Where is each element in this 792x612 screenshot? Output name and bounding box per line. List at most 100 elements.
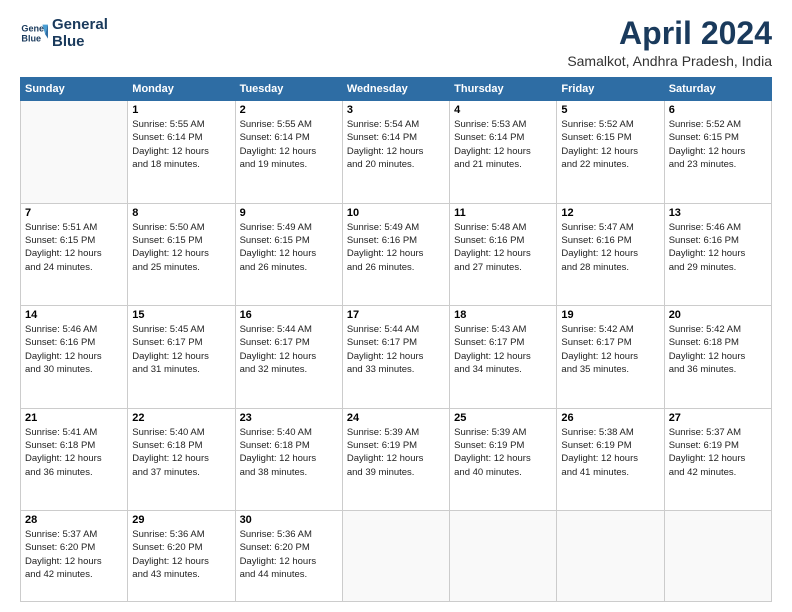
calendar-cell: 27 Sunrise: 5:37 AMSunset: 6:19 PMDayligh… xyxy=(664,408,771,510)
day-number: 2 xyxy=(240,104,338,116)
day-info: Sunrise: 5:55 AMSunset: 6:14 PMDaylight:… xyxy=(132,118,230,171)
day-info: Sunrise: 5:49 AMSunset: 6:15 PMDaylight:… xyxy=(240,221,338,274)
calendar-header: SundayMondayTuesdayWednesdayThursdayFrid… xyxy=(21,78,772,101)
calendar: SundayMondayTuesdayWednesdayThursdayFrid… xyxy=(20,77,772,602)
day-info: Sunrise: 5:44 AMSunset: 6:17 PMDaylight:… xyxy=(240,323,338,376)
location: Samalkot, Andhra Pradesh, India xyxy=(567,53,772,69)
calendar-cell: 23 Sunrise: 5:40 AMSunset: 6:18 PMDayligh… xyxy=(235,408,342,510)
calendar-cell: 18 Sunrise: 5:43 AMSunset: 6:17 PMDayligh… xyxy=(450,306,557,408)
day-number: 1 xyxy=(132,104,230,116)
day-info: Sunrise: 5:42 AMSunset: 6:18 PMDaylight:… xyxy=(669,323,767,376)
day-number: 4 xyxy=(454,104,552,116)
weekday-header-monday: Monday xyxy=(128,78,235,101)
calendar-cell: 1 Sunrise: 5:55 AMSunset: 6:14 PMDaylight… xyxy=(128,101,235,203)
day-number: 21 xyxy=(25,412,123,424)
day-info: Sunrise: 5:37 AMSunset: 6:19 PMDaylight:… xyxy=(669,426,767,479)
day-info: Sunrise: 5:43 AMSunset: 6:17 PMDaylight:… xyxy=(454,323,552,376)
weekday-header-friday: Friday xyxy=(557,78,664,101)
month-title: April 2024 xyxy=(567,16,772,51)
calendar-cell: 16 Sunrise: 5:44 AMSunset: 6:17 PMDayligh… xyxy=(235,306,342,408)
calendar-cell: 22 Sunrise: 5:40 AMSunset: 6:18 PMDayligh… xyxy=(128,408,235,510)
calendar-cell: 9 Sunrise: 5:49 AMSunset: 6:15 PMDaylight… xyxy=(235,203,342,305)
day-number: 23 xyxy=(240,412,338,424)
calendar-cell xyxy=(21,101,128,203)
day-number: 29 xyxy=(132,514,230,526)
day-info: Sunrise: 5:55 AMSunset: 6:14 PMDaylight:… xyxy=(240,118,338,171)
calendar-cell xyxy=(450,511,557,602)
title-block: April 2024 Samalkot, Andhra Pradesh, Ind… xyxy=(567,16,772,69)
calendar-cell xyxy=(342,511,449,602)
day-number: 5 xyxy=(561,104,659,116)
calendar-cell: 19 Sunrise: 5:42 AMSunset: 6:17 PMDayligh… xyxy=(557,306,664,408)
header: General Blue General Blue April 2024 Sam… xyxy=(20,16,772,69)
calendar-cell: 14 Sunrise: 5:46 AMSunset: 6:16 PMDayligh… xyxy=(21,306,128,408)
calendar-cell: 21 Sunrise: 5:41 AMSunset: 6:18 PMDayligh… xyxy=(21,408,128,510)
calendar-cell: 8Sunrise: 5:50 AMSunset: 6:15 PMDaylight… xyxy=(128,203,235,305)
day-info: Sunrise: 5:37 AMSunset: 6:20 PMDaylight:… xyxy=(25,528,123,581)
calendar-cell: 5 Sunrise: 5:52 AMSunset: 6:15 PMDaylight… xyxy=(557,101,664,203)
calendar-cell xyxy=(557,511,664,602)
day-number: 12 xyxy=(561,207,659,219)
day-number: 6 xyxy=(669,104,767,116)
calendar-cell: 6 Sunrise: 5:52 AMSunset: 6:15 PMDaylight… xyxy=(664,101,771,203)
calendar-cell: 28 Sunrise: 5:37 AMSunset: 6:20 PMDayligh… xyxy=(21,511,128,602)
day-info: Sunrise: 5:40 AMSunset: 6:18 PMDaylight:… xyxy=(240,426,338,479)
day-info: Sunrise: 5:39 AMSunset: 6:19 PMDaylight:… xyxy=(347,426,445,479)
page: General Blue General Blue April 2024 Sam… xyxy=(0,0,792,612)
day-info: Sunrise: 5:41 AMSunset: 6:18 PMDaylight:… xyxy=(25,426,123,479)
day-info: Sunrise: 5:42 AMSunset: 6:17 PMDaylight:… xyxy=(561,323,659,376)
logo-text-line1: General xyxy=(52,16,108,33)
calendar-cell: 4 Sunrise: 5:53 AMSunset: 6:14 PMDaylight… xyxy=(450,101,557,203)
day-info: Sunrise: 5:36 AMSunset: 6:20 PMDaylight:… xyxy=(132,528,230,581)
weekday-header-thursday: Thursday xyxy=(450,78,557,101)
day-info: Sunrise: 5:38 AMSunset: 6:19 PMDaylight:… xyxy=(561,426,659,479)
day-number: 30 xyxy=(240,514,338,526)
weekday-header-tuesday: Tuesday xyxy=(235,78,342,101)
calendar-cell: 30Sunrise: 5:36 AMSunset: 6:20 PMDayligh… xyxy=(235,511,342,602)
day-info: Sunrise: 5:53 AMSunset: 6:14 PMDaylight:… xyxy=(454,118,552,171)
day-number: 27 xyxy=(669,412,767,424)
day-number: 9 xyxy=(240,207,338,219)
calendar-cell: 7 Sunrise: 5:51 AMSunset: 6:15 PMDaylight… xyxy=(21,203,128,305)
calendar-cell: 26Sunrise: 5:38 AMSunset: 6:19 PMDayligh… xyxy=(557,408,664,510)
weekday-header-wednesday: Wednesday xyxy=(342,78,449,101)
day-number: 11 xyxy=(454,207,552,219)
calendar-cell xyxy=(664,511,771,602)
logo-text-line2: Blue xyxy=(52,33,108,50)
day-info: Sunrise: 5:39 AMSunset: 6:19 PMDaylight:… xyxy=(454,426,552,479)
day-number: 22 xyxy=(132,412,230,424)
day-number: 16 xyxy=(240,309,338,321)
calendar-cell: 10 Sunrise: 5:49 AMSunset: 6:16 PMDayligh… xyxy=(342,203,449,305)
calendar-cell: 17 Sunrise: 5:44 AMSunset: 6:17 PMDayligh… xyxy=(342,306,449,408)
day-number: 19 xyxy=(561,309,659,321)
day-info: Sunrise: 5:44 AMSunset: 6:17 PMDaylight:… xyxy=(347,323,445,376)
calendar-cell: 15Sunrise: 5:45 AMSunset: 6:17 PMDayligh… xyxy=(128,306,235,408)
day-number: 13 xyxy=(669,207,767,219)
day-info: Sunrise: 5:52 AMSunset: 6:15 PMDaylight:… xyxy=(669,118,767,171)
day-number: 7 xyxy=(25,207,123,219)
svg-text:Blue: Blue xyxy=(21,34,41,44)
day-number: 24 xyxy=(347,412,445,424)
day-number: 25 xyxy=(454,412,552,424)
day-info: Sunrise: 5:51 AMSunset: 6:15 PMDaylight:… xyxy=(25,221,123,274)
day-info: Sunrise: 5:47 AMSunset: 6:16 PMDaylight:… xyxy=(561,221,659,274)
day-info: Sunrise: 5:46 AMSunset: 6:16 PMDaylight:… xyxy=(25,323,123,376)
day-info: Sunrise: 5:49 AMSunset: 6:16 PMDaylight:… xyxy=(347,221,445,274)
calendar-body: 1 Sunrise: 5:55 AMSunset: 6:14 PMDaylight… xyxy=(21,101,772,602)
day-info: Sunrise: 5:40 AMSunset: 6:18 PMDaylight:… xyxy=(132,426,230,479)
calendar-cell: 12 Sunrise: 5:47 AMSunset: 6:16 PMDayligh… xyxy=(557,203,664,305)
day-number: 28 xyxy=(25,514,123,526)
day-number: 18 xyxy=(454,309,552,321)
day-number: 17 xyxy=(347,309,445,321)
day-info: Sunrise: 5:45 AMSunset: 6:17 PMDaylight:… xyxy=(132,323,230,376)
day-number: 14 xyxy=(25,309,123,321)
logo: General Blue General Blue xyxy=(20,16,108,51)
calendar-cell: 13Sunrise: 5:46 AMSunset: 6:16 PMDayligh… xyxy=(664,203,771,305)
calendar-cell: 3 Sunrise: 5:54 AMSunset: 6:14 PMDaylight… xyxy=(342,101,449,203)
day-number: 10 xyxy=(347,207,445,219)
day-info: Sunrise: 5:54 AMSunset: 6:14 PMDaylight:… xyxy=(347,118,445,171)
day-number: 3 xyxy=(347,104,445,116)
day-number: 20 xyxy=(669,309,767,321)
weekday-header-saturday: Saturday xyxy=(664,78,771,101)
day-info: Sunrise: 5:52 AMSunset: 6:15 PMDaylight:… xyxy=(561,118,659,171)
